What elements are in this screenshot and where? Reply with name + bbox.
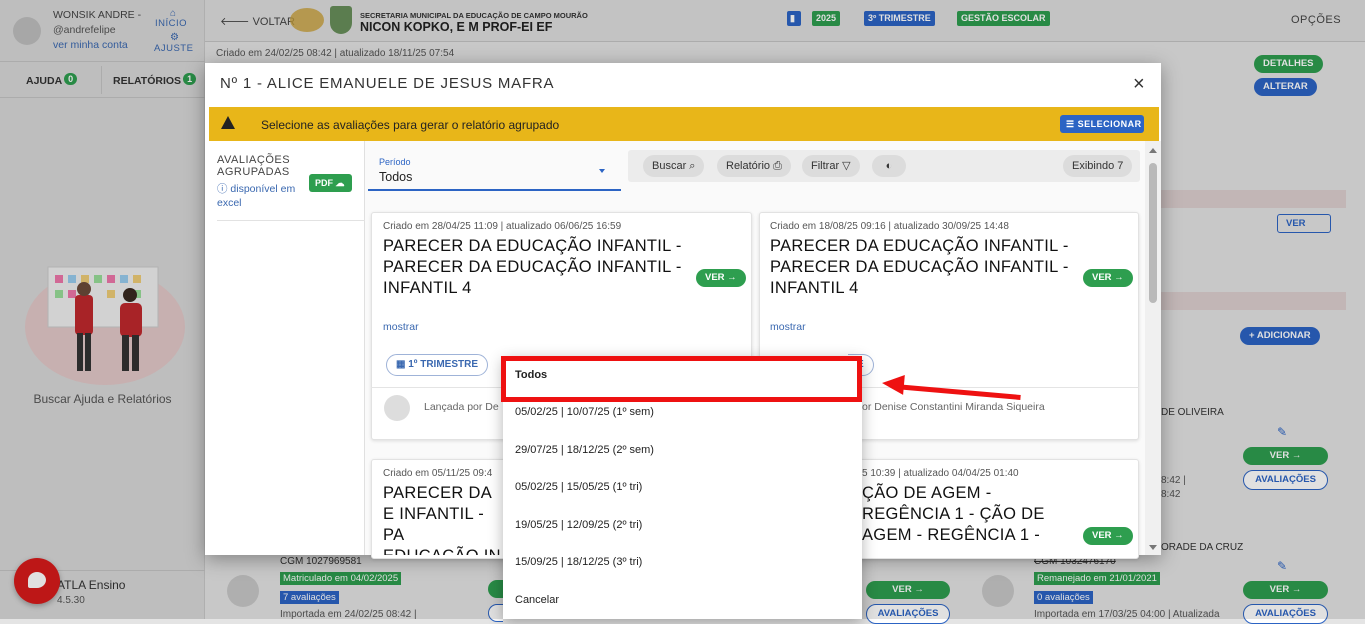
show-more-link[interactable]: mostrar bbox=[770, 321, 806, 333]
select-label: SELECIONAR bbox=[1077, 119, 1142, 129]
scrollbar-thumb[interactable] bbox=[1149, 163, 1157, 303]
excel-link[interactable]: ⓘ disponível em excel bbox=[217, 182, 307, 210]
search-label: Buscar bbox=[652, 160, 687, 172]
scroll-down-icon[interactable] bbox=[1149, 545, 1157, 550]
modal-title: Nº 1 - ALICE EMANUELE DE JESUS MAFRA bbox=[220, 75, 555, 92]
view-button[interactable]: VER → bbox=[1083, 527, 1133, 545]
showing-count: Exibindo 7 bbox=[1063, 155, 1133, 177]
close-icon[interactable]: × bbox=[1133, 73, 1145, 96]
grouped-title: AVALIAÇÕES AGRUPADAS bbox=[217, 154, 291, 178]
calendar-icon: ▦ bbox=[396, 359, 409, 370]
pdf-button[interactable]: PDF ☁ bbox=[309, 174, 352, 192]
period-option[interactable]: 05/02/25 | 15/05/25 (1º tri) bbox=[515, 481, 642, 493]
card-title: ÇÃO DE AGEM - REGÊNCIA 1 - ÇÃO DE AGEM -… bbox=[862, 484, 1045, 544]
highlight-box bbox=[501, 356, 862, 402]
filter-button[interactable]: Filtrar ▽ bbox=[802, 155, 860, 177]
card-title: PARECER DA EDUCAÇÃO INFANTIL - PARECER D… bbox=[770, 237, 1069, 297]
period-underline bbox=[368, 189, 621, 191]
show-more-link[interactable]: mostrar bbox=[383, 321, 419, 333]
cloud-download-icon: ☁ bbox=[333, 178, 345, 188]
divider bbox=[217, 220, 365, 221]
search-button[interactable]: Buscar ⌕ bbox=[643, 155, 705, 177]
period-option[interactable]: 05/02/25 | 10/07/25 (1º sem) bbox=[515, 406, 654, 418]
period-option[interactable]: 15/09/25 | 18/12/25 (3º tri) bbox=[515, 556, 642, 568]
card-meta: 5 10:39 | atualizado 04/04/25 01:40 bbox=[862, 468, 1019, 479]
period-label: Período bbox=[379, 157, 411, 167]
chevron-down-icon[interactable] bbox=[599, 169, 605, 173]
search-icon: ⌕ bbox=[686, 160, 696, 172]
posted-by: or Denise Constantini Miranda Siqueira bbox=[862, 401, 1045, 413]
filter-label: Filtrar bbox=[811, 160, 840, 172]
term-pill-label: 1º TRIMESTRE bbox=[408, 359, 479, 370]
card-meta: Criado em 28/04/25 11:09 | atualizado 06… bbox=[383, 221, 622, 232]
list-icon: ☰ bbox=[1066, 119, 1078, 129]
card-title: PARECER DA EDUCAÇÃO INFANTIL - PARECER D… bbox=[383, 237, 682, 297]
card-meta: Criado em 18/08/25 09:16 | atualizado 30… bbox=[770, 221, 1009, 232]
card-meta: Criado em 05/11/25 09:4 bbox=[383, 468, 493, 479]
report-label: Relatório bbox=[726, 160, 771, 172]
avatar bbox=[384, 395, 410, 421]
arrow-head-icon bbox=[881, 373, 905, 395]
filter-icon: ▽ bbox=[839, 160, 851, 172]
posted-by: Lançada por De bbox=[424, 401, 499, 413]
period-option[interactable]: 19/05/25 | 12/09/25 (2º tri) bbox=[515, 519, 642, 531]
contrast-icon[interactable]: ◐ bbox=[872, 155, 906, 177]
period-option[interactable]: 29/07/25 | 18/12/25 (2º sem) bbox=[515, 444, 654, 456]
pdf-label: PDF bbox=[315, 178, 333, 188]
warning-text: Selecione as avaliações para gerar o rel… bbox=[261, 118, 560, 132]
printer-icon: ⎙ bbox=[770, 160, 782, 172]
card-title: PARECER DA E INFANTIL - PA EDUCAÇÃO IN 4 bbox=[383, 484, 501, 555]
report-button[interactable]: Relatório ⎙ bbox=[717, 155, 791, 177]
cancel-option[interactable]: Cancelar bbox=[515, 594, 559, 606]
view-button[interactable]: VER → bbox=[1083, 269, 1133, 287]
period-select[interactable]: Todos bbox=[379, 170, 412, 184]
view-button[interactable]: VER → bbox=[696, 269, 746, 287]
scroll-up-icon[interactable] bbox=[1149, 148, 1157, 153]
term-pill[interactable]: ▦ 1º TRIMESTRE bbox=[386, 354, 489, 376]
warning-icon bbox=[221, 116, 235, 129]
info-icon: ⓘ bbox=[217, 183, 231, 195]
select-button[interactable]: ☰ SELECIONAR bbox=[1060, 115, 1144, 133]
